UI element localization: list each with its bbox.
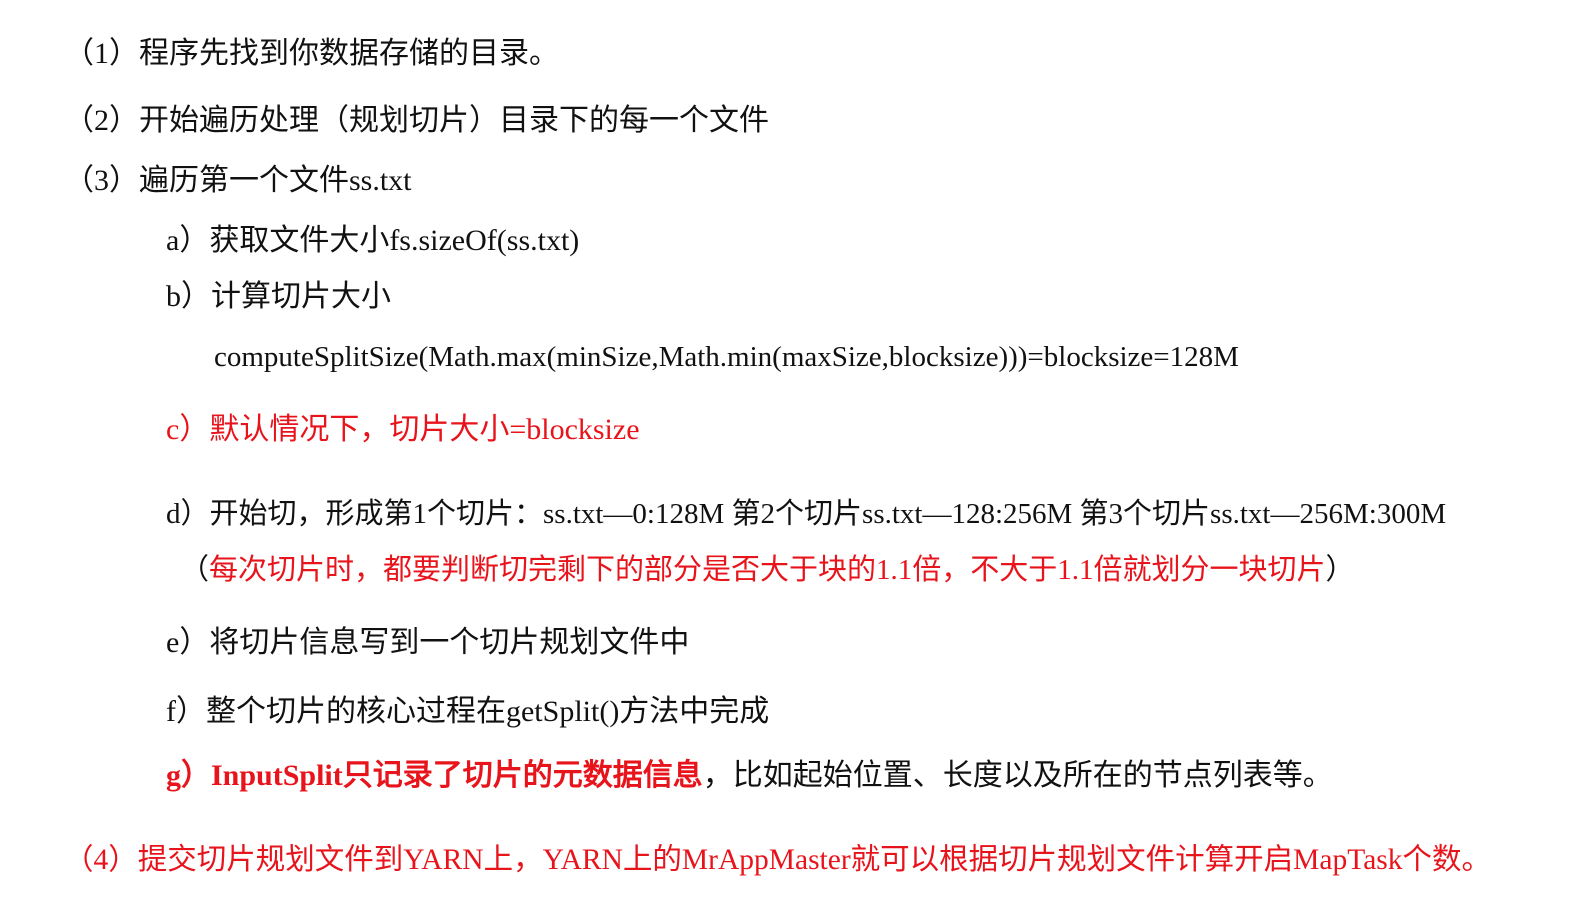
step-3: （3）遍历第一个文件ss.txt: [64, 164, 412, 197]
substep-g: g）InputSplit只记录了切片的元数据信息，比如起始位置、长度以及所在的节…: [166, 758, 1333, 794]
substep-g-rest: ，比如起始位置、长度以及所在的节点列表等。: [702, 759, 1333, 792]
substep-f: f）整个切片的核心过程在getSplit()方法中完成: [166, 695, 770, 728]
note-open-paren: （: [180, 554, 210, 586]
substep-b: b）计算切片大小: [166, 280, 391, 313]
substep-a: a）获取文件大小fs.sizeOf(ss.txt): [166, 224, 580, 257]
step-4: （4）提交切片规划文件到YARN上，YARN上的MrAppMaster就可以根据…: [64, 844, 1492, 876]
note-close-paren: ）: [1325, 554, 1355, 586]
substep-e: e）将切片信息写到一个切片规划文件中: [166, 626, 690, 659]
step-1: （1）程序先找到你数据存储的目录。: [64, 37, 559, 70]
substep-d: d）开始切，形成第1个切片：ss.txt—0:128M 第2个切片ss.txt—…: [166, 498, 1447, 530]
substep-d-note: （每次切片时，都要判断切完剩下的部分是否大于块的1.1倍，不大于1.1倍就划分一…: [180, 552, 1355, 588]
note-text: 每次切片时，都要判断切完剩下的部分是否大于块的1.1倍，不大于1.1倍就划分一块…: [209, 554, 1326, 586]
split-size-formula: computeSplitSize(Math.max(minSize,Math.m…: [214, 341, 1239, 373]
substep-g-highlight: g）InputSplit只记录了切片的元数据信息: [166, 759, 703, 792]
step-2: （2）开始遍历处理（规划切片）目录下的每一个文件: [64, 104, 769, 137]
substep-c: c）默认情况下，切片大小=blocksize: [166, 413, 640, 446]
